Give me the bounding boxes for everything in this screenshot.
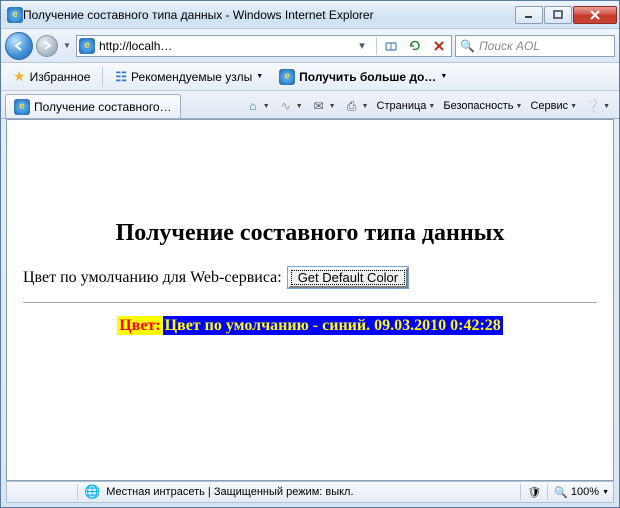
page-heading: Получение составного типа данных [17, 220, 603, 247]
chevron-down-icon: ▼ [256, 73, 263, 80]
back-arrow-icon [13, 40, 25, 52]
back-button[interactable] [5, 32, 33, 60]
tools-menu[interactable]: Сервис▼ [527, 98, 580, 114]
content-area: Получение составного типа данных Цвет по… [6, 119, 614, 481]
zone-text: Местная интрасеть | Защищенный режим: вы… [106, 486, 353, 498]
divider [23, 302, 597, 303]
separator [77, 484, 78, 500]
tools-menu-label: Сервис [530, 100, 568, 112]
compat-icon [384, 39, 398, 53]
page-favicon-icon: e [79, 38, 95, 54]
maximize-icon [553, 10, 563, 20]
minimize-icon [524, 10, 534, 20]
suggested-sites-button[interactable]: ☷ Рекомендуемые узлы ▼ [109, 66, 269, 88]
maximize-button[interactable] [544, 6, 572, 24]
print-button[interactable]: ⎙▼ [341, 96, 372, 116]
titlebar: e Получение составного типа данных - Win… [1, 1, 619, 29]
help-icon: ❔ [585, 98, 601, 114]
star-icon: ★ [13, 68, 26, 85]
tab-favicon-icon: e [14, 99, 30, 115]
protected-mode-icon: 🛡 [527, 486, 541, 499]
home-icon: ⌂ [245, 98, 261, 114]
mail-button[interactable]: ✉▼ [308, 96, 339, 116]
navigation-bar: ▼ e http://localh… ▾ 🔍 Поиск AOL [1, 29, 619, 63]
favorites-label: Избранное [30, 70, 91, 84]
safety-menu[interactable]: Безопасность▼ [440, 98, 525, 114]
tab-title: Получение составного… [34, 100, 172, 114]
prompt-label: Цвет по умолчанию для Web-сервиса: [23, 269, 282, 287]
search-icon: 🔍 [460, 39, 475, 53]
chevron-down-icon: ▼ [296, 103, 303, 110]
get-default-color-button[interactable]: Get Default Color [288, 267, 408, 288]
search-box[interactable]: 🔍 Поиск AOL [455, 35, 615, 57]
favorites-button[interactable]: ★ Избранное [7, 66, 96, 88]
compat-view-button[interactable] [381, 36, 401, 56]
tab-row: e Получение составного… ⌂▼ ∿▼ ✉▼ ⎙▼ Стра… [1, 91, 619, 119]
separator [102, 67, 103, 87]
close-icon [590, 10, 600, 20]
search-placeholder: Поиск AOL [479, 39, 610, 53]
result-label: Цвет: [117, 316, 162, 335]
result-value: Цвет по умолчанию - синий. 09.03.2010 0:… [163, 316, 503, 335]
help-button[interactable]: ❔▼ [582, 96, 613, 116]
ie-icon: e [279, 69, 295, 85]
zone-icon: 🌐 [84, 484, 100, 500]
tab-active[interactable]: e Получение составного… [5, 94, 181, 118]
window-frame: e Получение составного типа данных - Win… [0, 0, 620, 508]
chevron-down-icon: ▼ [602, 489, 609, 496]
home-button[interactable]: ⌂▼ [242, 96, 273, 116]
command-bar: ⌂▼ ∿▼ ✉▼ ⎙▼ Страница▼ Безопасность▼ Серв… [183, 94, 615, 118]
get-more-label: Получить больше до… [299, 70, 436, 84]
separator [547, 484, 548, 500]
sites-icon: ☷ [115, 69, 127, 85]
page-menu[interactable]: Страница▼ [374, 98, 439, 114]
zoom-icon: 🔍 [554, 486, 568, 499]
status-bar: 🌐 Местная интрасеть | Защищенный режим: … [6, 481, 614, 503]
chevron-down-icon: ▼ [440, 73, 447, 80]
chevron-down-icon: ▼ [603, 103, 610, 110]
forward-button[interactable] [36, 35, 58, 57]
mail-icon: ✉ [311, 98, 327, 114]
chevron-down-icon: ▼ [329, 103, 336, 110]
forward-arrow-icon [43, 41, 52, 50]
chevron-down-icon: ▼ [516, 103, 523, 110]
chevron-down-icon: ▼ [362, 103, 369, 110]
address-dropdown[interactable]: ▾ [352, 36, 372, 56]
separator [520, 484, 521, 500]
separator [376, 37, 377, 55]
window-buttons [514, 6, 617, 24]
form-row: Цвет по умолчанию для Web-сервиса: Get D… [17, 267, 603, 298]
refresh-icon [408, 39, 422, 53]
chevron-down-icon: ▼ [428, 103, 435, 110]
stop-icon [433, 40, 445, 52]
print-icon: ⎙ [344, 98, 360, 114]
get-more-button[interactable]: e Получить больше до… ▼ [273, 66, 453, 88]
window-title: Получение составного типа данных - Windo… [23, 8, 514, 22]
safety-menu-label: Безопасность [443, 100, 513, 112]
url-text: http://localh… [99, 39, 348, 53]
minimize-button[interactable] [515, 6, 543, 24]
history-dropdown[interactable]: ▼ [61, 41, 73, 50]
close-button[interactable] [573, 6, 617, 24]
refresh-button[interactable] [405, 36, 425, 56]
favorites-bar: ★ Избранное ☷ Рекомендуемые узлы ▼ e Пол… [1, 63, 619, 91]
stop-button[interactable] [429, 36, 449, 56]
result-line: Цвет:Цвет по умолчанию - синий. 09.03.20… [117, 317, 503, 335]
address-bar[interactable]: e http://localh… ▾ [76, 35, 452, 57]
zoom-control[interactable]: 🔍 100% ▼ [554, 486, 609, 499]
rss-icon: ∿ [278, 98, 294, 114]
chevron-down-icon: ▼ [570, 103, 577, 110]
ie-logo-icon: e [7, 7, 23, 23]
page-menu-label: Страница [377, 100, 427, 112]
suggested-label: Рекомендуемые узлы [131, 70, 252, 84]
zoom-value: 100% [571, 486, 599, 498]
page-body: Получение составного типа данных Цвет по… [7, 120, 613, 355]
feeds-button[interactable]: ∿▼ [275, 96, 306, 116]
chevron-down-icon: ▼ [263, 103, 270, 110]
